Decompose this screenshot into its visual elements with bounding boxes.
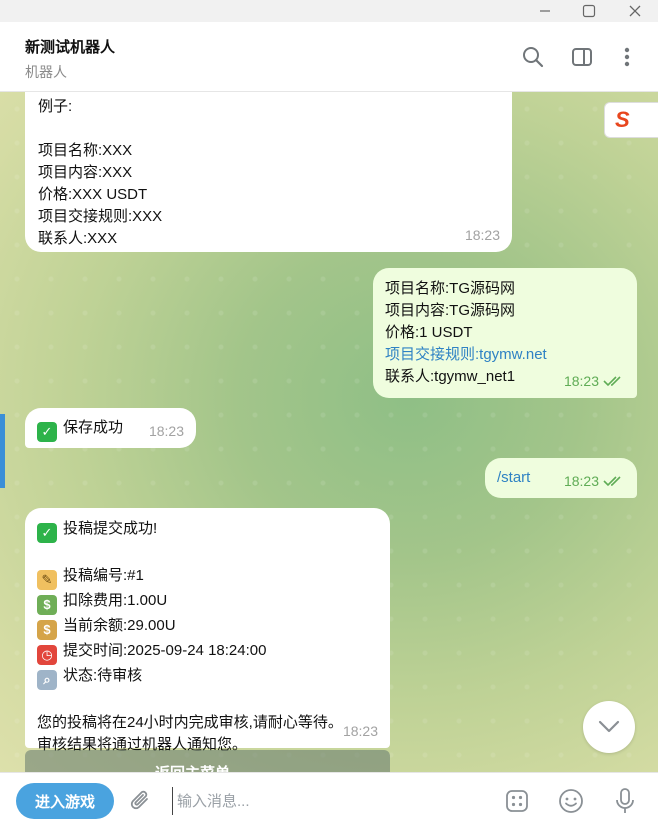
search-icon[interactable] (520, 44, 546, 70)
message-bubble-incoming[interactable]: ✓ 保存成功 18:23 (25, 408, 196, 448)
message-line: $ 当前余额:29.00U (37, 615, 378, 640)
alarm-clock-icon: ◷ (37, 645, 57, 665)
message-bubble-outgoing[interactable]: /start 18:23 (485, 458, 637, 498)
double-check-icon (603, 376, 621, 387)
enter-game-button[interactable]: 进入游戏 (16, 783, 114, 819)
emoji-icon[interactable] (558, 788, 584, 814)
side-panel-icon[interactable] (569, 44, 595, 70)
message-time: 18:23 (148, 423, 184, 439)
microphone-icon[interactable] (612, 788, 638, 814)
message-line: ✎ 投稿编号:#1 (37, 565, 378, 590)
window-titlebar (0, 0, 658, 22)
scroll-down-button[interactable] (583, 701, 635, 753)
message-line: 项目内容:TG源码网 (385, 302, 515, 319)
chevron-down-icon (598, 720, 620, 733)
message-time: 18:23 (342, 723, 378, 739)
message-input[interactable] (172, 787, 472, 815)
s-logo-icon: S (615, 107, 630, 132)
maximize-icon[interactable] (566, 0, 612, 22)
message-line: 价格:1 USDT (385, 324, 473, 341)
message-line-blank (37, 543, 378, 565)
money-bag-icon: $ (37, 620, 57, 640)
message-time: 18:23 (564, 370, 625, 392)
message-line-blank (37, 690, 378, 712)
chat-messages-area[interactable]: 例子: 项目名称:XXX 项目内容:XXX 价格:XXX USDT 项目交接规则… (0, 92, 658, 772)
message-line: 联系人:XXX (38, 230, 118, 247)
chat-header: 新测试机器人 机器人 (0, 22, 658, 92)
message-line: ⌕ 状态:待审核 (37, 665, 378, 690)
check-mark-icon: ✓ (37, 523, 57, 543)
double-check-icon (603, 476, 621, 487)
message-line: 价格:XXX USDT (38, 186, 148, 203)
message-line: ◷ 提交时间:2025-09-24 18:24:00 (37, 640, 378, 665)
chat-subtitle: 机器人 (25, 64, 67, 80)
message-bubble-outgoing[interactable]: 项目名称:TG源码网 项目内容:TG源码网 价格:1 USDT 项目交接规则:t… (373, 268, 637, 398)
message-line: 例子: (38, 98, 73, 115)
message-line: 项目交接规则:XXX (38, 208, 163, 225)
minimize-icon[interactable] (522, 0, 568, 22)
message-line: ✓ 投稿提交成功! (37, 518, 378, 543)
message-bubble-incoming[interactable]: ✓ 投稿提交成功! ✎ 投稿编号:#1 $ 扣除费用:1.00U $ 当前余额:29.0… (25, 508, 390, 753)
message-line: 项目名称:TG源码网 (385, 280, 515, 297)
memo-icon: ✎ (37, 570, 57, 590)
message-bubble-incoming[interactable]: 例子: 项目名称:XXX 项目内容:XXX 价格:XXX USDT 项目交接规则… (25, 92, 512, 252)
message-line-blank (38, 118, 500, 140)
message-link[interactable]: 项目交接规则:tgymw.net (385, 344, 625, 366)
message-line: 项目名称:XXX (38, 142, 133, 159)
left-accent-bar (0, 414, 5, 488)
more-options-icon[interactable] (614, 44, 640, 70)
bot-commands-icon[interactable] (504, 788, 530, 814)
sogou-s-logo[interactable]: S (604, 102, 658, 138)
check-mark-icon: ✓ (37, 422, 57, 442)
message-line: 项目内容:XXX (38, 164, 133, 181)
magnifier-icon: ⌕ (37, 670, 57, 690)
message-time: 18:23 (464, 227, 500, 243)
message-time: 18:23 (564, 470, 625, 492)
message-line: $ 扣除费用:1.00U (37, 590, 378, 615)
chat-title[interactable]: 新测试机器人 (25, 36, 115, 57)
money-wings-icon: $ (37, 595, 57, 615)
message-line: 您的投稿将在24小时内完成审核,请耐心等待。 (37, 714, 343, 731)
paperclip-icon[interactable] (128, 789, 154, 815)
message-input-bar: 进入游戏 (0, 772, 658, 829)
inline-keyboard-button[interactable]: 返回主菜单 (25, 750, 390, 774)
close-icon[interactable] (612, 0, 658, 22)
